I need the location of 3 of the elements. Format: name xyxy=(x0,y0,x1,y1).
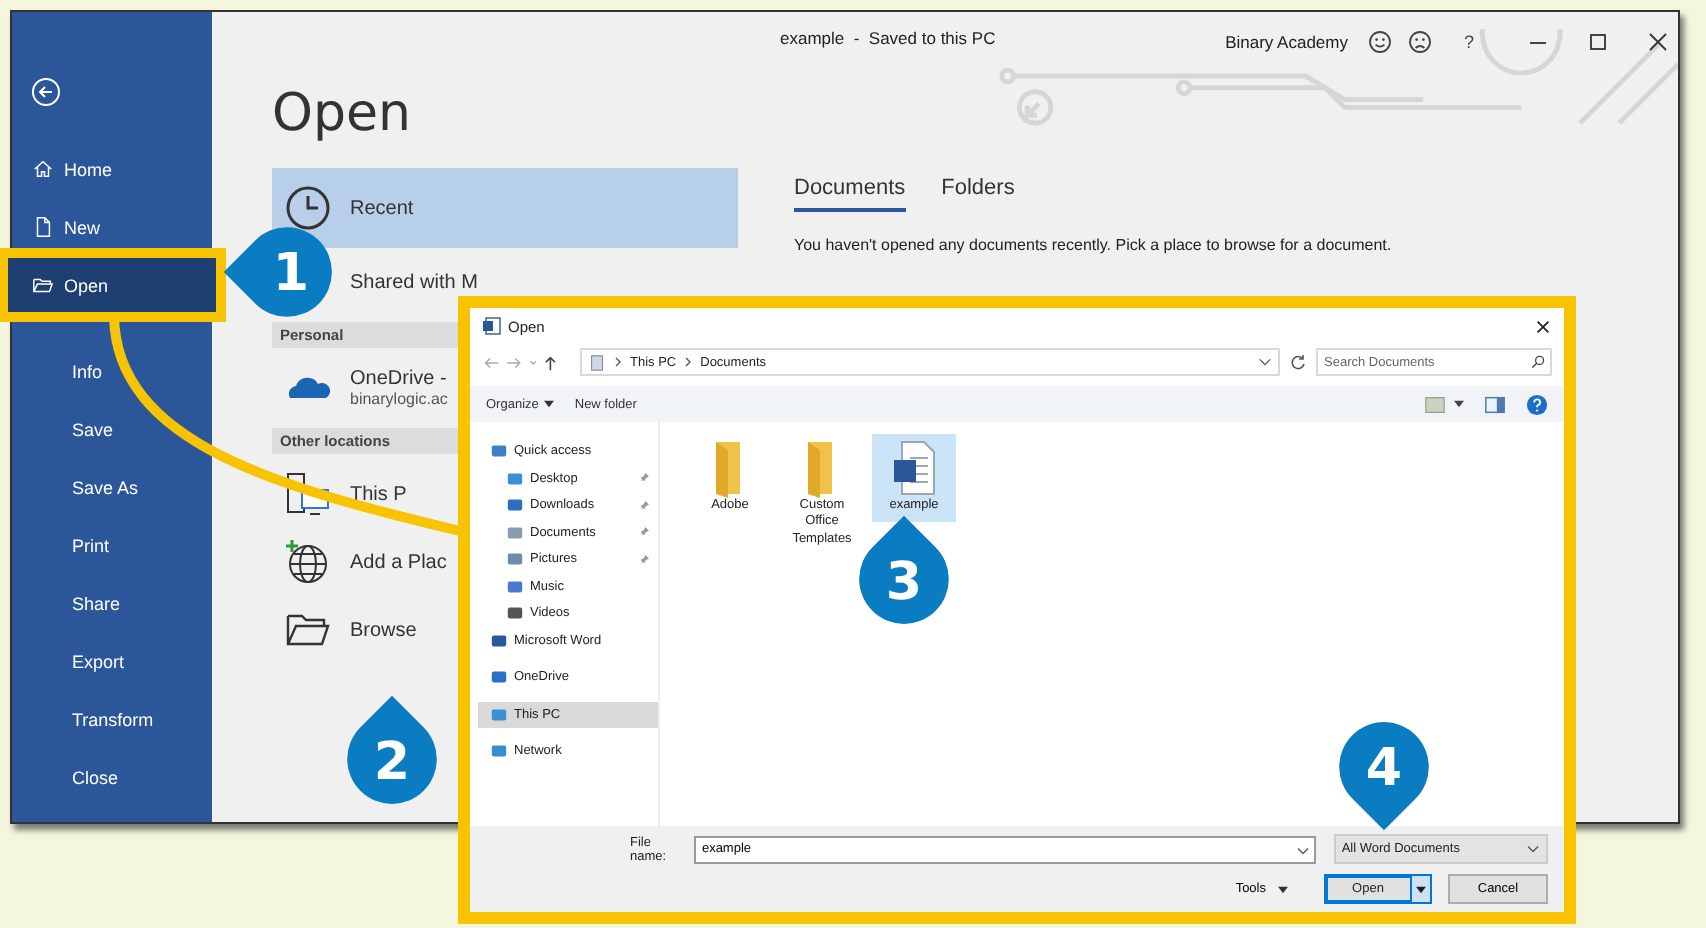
document-title: example - Saved to this PC xyxy=(780,28,996,48)
empty-message: You haven't opened any documents recently. Pick a place to browse for a document. xyxy=(794,236,1392,254)
page-title: Open xyxy=(272,84,413,144)
